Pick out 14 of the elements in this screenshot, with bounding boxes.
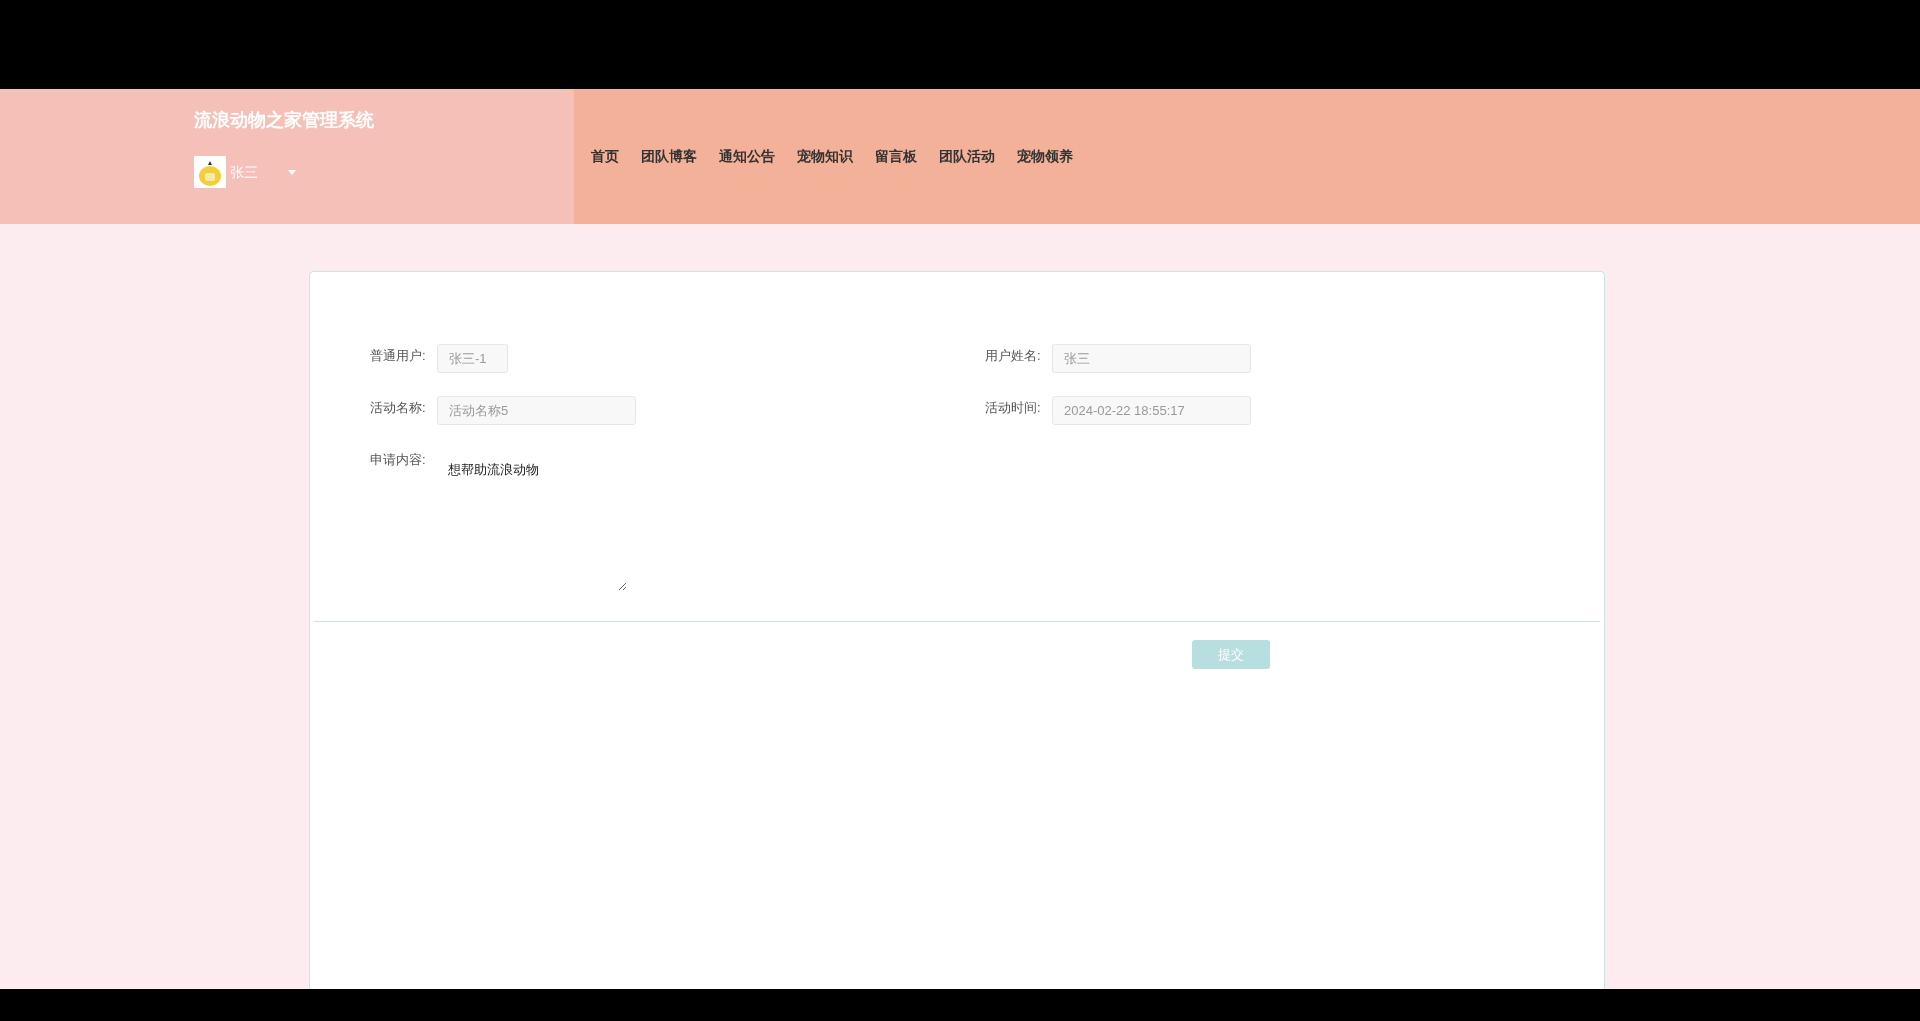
field-label: 申请内容: bbox=[370, 451, 427, 469]
field-label: 活动名称: bbox=[370, 399, 427, 417]
field-label: 普通用户: bbox=[370, 347, 427, 365]
nav-link[interactable]: 团队博客 bbox=[630, 146, 708, 167]
app-title: 流浪动物之家管理系统 bbox=[194, 109, 375, 132]
field-label: 用户姓名: bbox=[985, 347, 1042, 365]
caret-icon[interactable] bbox=[288, 169, 296, 175]
field-label: 活动时间: bbox=[985, 399, 1042, 417]
nav-link[interactable]: 通知公告 bbox=[708, 146, 786, 167]
nav-link[interactable]: 宠物领养 bbox=[1006, 146, 1084, 167]
nav-link[interactable]: 首页 bbox=[580, 146, 630, 167]
nav-link[interactable]: 团队活动 bbox=[928, 146, 1006, 167]
nav-link[interactable]: 宠物知识 bbox=[786, 146, 864, 167]
nav-link[interactable]: 留言板 bbox=[864, 146, 928, 167]
